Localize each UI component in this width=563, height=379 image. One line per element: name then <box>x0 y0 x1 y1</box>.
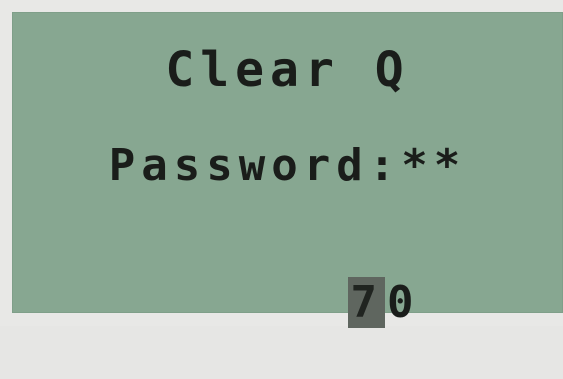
device-bezel: Clear Q Password:** 70 <box>0 0 563 328</box>
active-digit-cursor[interactable]: 7 <box>348 277 385 328</box>
screen-title: Clear Q <box>165 42 410 98</box>
password-prompt: Password:** <box>108 140 467 191</box>
lcd-screen: Clear Q Password:** 70 <box>12 12 563 328</box>
password-digit[interactable]: 0 <box>385 277 422 328</box>
password-entry[interactable]: 70 <box>12 226 563 379</box>
